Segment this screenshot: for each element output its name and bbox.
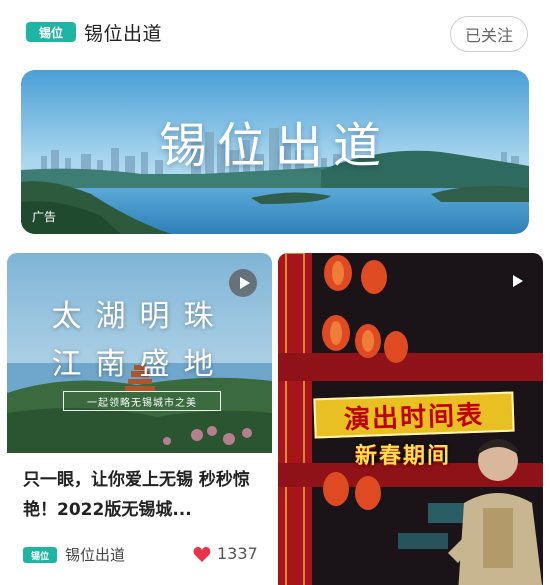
account-name[interactable]: 锡位出道 bbox=[84, 19, 162, 46]
ad-label: 广告 bbox=[32, 210, 57, 224]
author-name[interactable]: 锡位出道 bbox=[65, 544, 125, 565]
play-icon[interactable] bbox=[229, 269, 257, 297]
svg-text:锡位: 锡位 bbox=[39, 25, 63, 40]
thumbnail-subtitle: 一起领略无锡城市之美 bbox=[63, 391, 221, 411]
thumbnail-headline-2: 江南盛地 bbox=[51, 347, 228, 382]
video-thumbnail[interactable]: 演出时间表 新春期间 bbox=[278, 253, 543, 585]
heart-icon[interactable] bbox=[193, 546, 211, 563]
following-button[interactable]: 已关注 bbox=[450, 16, 528, 52]
show-schedule-title: 演出时间表 bbox=[313, 391, 515, 439]
ad-banner[interactable]: 锡位出道 广告 bbox=[21, 70, 529, 234]
like-count: 1337 bbox=[217, 544, 258, 563]
svg-text:锡位: 锡位 bbox=[31, 550, 49, 562]
brand-logo-icon: 锡位 bbox=[26, 22, 76, 42]
card-footer: 锡位 锡位出道 1337 bbox=[23, 543, 263, 567]
play-icon[interactable] bbox=[502, 267, 530, 295]
thumbnail-headline-1: 太湖明珠 bbox=[51, 299, 228, 334]
video-thumbnail[interactable]: 太湖明珠 江南盛地 一起领略无锡城市之美 bbox=[7, 253, 272, 453]
banner-title: 锡位出道 bbox=[158, 118, 391, 174]
author-logo-icon: 锡位 bbox=[23, 547, 57, 563]
video-card-2[interactable]: 演出时间表 新春期间 bbox=[278, 253, 543, 585]
account-header: 锡位 锡位出道 已关注 bbox=[0, 0, 550, 66]
show-schedule-subtitle: 新春期间 bbox=[354, 444, 451, 469]
video-card-1[interactable]: 太湖明珠 江南盛地 一起领略无锡城市之美 只一眼，让你爱上无锡 秒秒惊艳！202… bbox=[7, 253, 272, 585]
video-title[interactable]: 只一眼，让你爱上无锡 秒秒惊艳！2022版无锡城... bbox=[23, 465, 259, 525]
